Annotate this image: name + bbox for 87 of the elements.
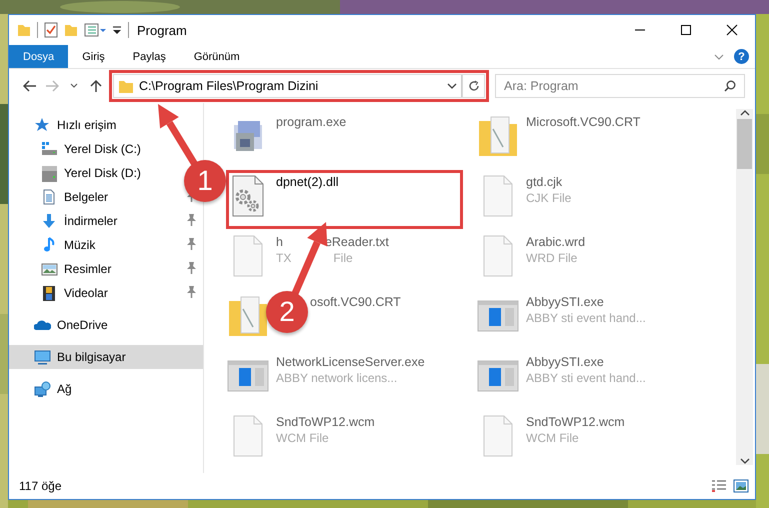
file-type: ABBY network licens... xyxy=(276,371,398,385)
file-type: WCM File xyxy=(276,431,330,445)
address-path: C:\Program Files\Program Dizini xyxy=(139,79,318,93)
refresh-icon xyxy=(468,80,480,92)
up-arrow-icon[interactable] xyxy=(89,79,103,93)
file-name[interactable]: NetworkLicenseServer.exe xyxy=(276,355,425,369)
document-icon xyxy=(482,175,514,217)
picture-icon xyxy=(41,260,58,278)
file-name[interactable]: AbbyySTI.exe xyxy=(526,355,646,369)
pin-icon xyxy=(185,261,197,275)
file-name[interactable]: SndToWP12.wcm xyxy=(276,415,375,429)
document-icon xyxy=(482,235,514,277)
pin-icon xyxy=(185,285,197,299)
film-icon xyxy=(41,284,58,302)
callout-arrow xyxy=(158,104,198,166)
file-name[interactable]: Arabic.wrd xyxy=(526,235,586,249)
document-icon xyxy=(232,235,264,277)
file-type: CJK File xyxy=(526,191,572,205)
ribbon-tab[interactable]: Görünüm xyxy=(180,45,254,68)
checklist-icon[interactable] xyxy=(44,22,58,38)
pin-icon xyxy=(185,237,197,251)
ribbon-tab[interactable]: Paylaş xyxy=(118,45,180,68)
window-title: Program xyxy=(137,22,187,38)
sidebar-item[interactable]: Belgeler xyxy=(64,190,108,204)
sidebar-item-highlight[interactable]: Bu bilgisayar xyxy=(9,345,203,369)
file-type: TX xyxy=(276,251,292,265)
app-window-icon xyxy=(477,360,519,392)
monitor-icon xyxy=(34,348,51,366)
file-name[interactable]: Microsoft.VC90.CRT xyxy=(526,115,640,129)
document-icon xyxy=(232,415,264,457)
star-icon xyxy=(34,116,51,134)
file-type: WCM File xyxy=(526,431,580,445)
drive-icon xyxy=(41,140,58,158)
file-name[interactable]: osoft.VC90.CRT xyxy=(310,295,401,309)
drive-icon xyxy=(41,164,58,182)
sidebar-item[interactable]: Ağ xyxy=(57,382,72,396)
file-name[interactable]: dpnet(2).dll xyxy=(276,175,339,189)
pin-icon xyxy=(185,213,197,227)
folder-icon xyxy=(118,78,134,94)
sidebar-item[interactable]: Yerel Disk (C:) xyxy=(64,142,141,156)
sidebar-item[interactable]: Bu bilgisayar xyxy=(57,350,126,364)
caret-icon[interactable] xyxy=(112,25,122,35)
download-arrow-icon xyxy=(41,212,58,230)
scrollbar-thumb[interactable] xyxy=(737,119,752,169)
large-icons-view-icon[interactable] xyxy=(733,479,749,493)
file-name[interactable]: h xyxy=(276,235,283,249)
scrollbar[interactable] xyxy=(736,109,753,465)
file-name[interactable]: gtd.cjk xyxy=(526,175,572,189)
document-icon xyxy=(482,415,514,457)
file-name[interactable]: AbbyySTI.exe xyxy=(526,295,646,309)
file-name[interactable]: program.exe xyxy=(276,115,346,129)
search-icon xyxy=(724,80,736,92)
item-count: 117 öğe xyxy=(19,479,62,493)
close-icon[interactable] xyxy=(726,24,738,36)
file-type: ABBY sti event hand... xyxy=(526,311,646,325)
app-window-icon xyxy=(477,300,519,332)
file-type: File xyxy=(333,251,353,265)
sidebar-item[interactable]: Videolar xyxy=(64,286,108,300)
settings-file-icon xyxy=(231,175,265,217)
chevron-icon[interactable] xyxy=(714,52,724,60)
sidebar-item[interactable]: Müzik xyxy=(64,238,96,252)
folder-icon xyxy=(227,295,269,337)
sidebar-item[interactable]: Resimler xyxy=(64,262,112,276)
details-view-icon[interactable] xyxy=(711,479,727,493)
sidebar-item[interactable]: OneDrive xyxy=(57,318,108,332)
scroll-up-icon[interactable] xyxy=(740,109,750,117)
sidebar-item[interactable]: İndirmeler xyxy=(64,214,118,228)
maximize-icon[interactable] xyxy=(680,24,692,36)
dropdown-caret-icon[interactable] xyxy=(447,82,457,90)
refresh-button[interactable] xyxy=(463,74,485,98)
help-button[interactable]: ? xyxy=(734,49,749,64)
back-arrow-icon[interactable] xyxy=(23,79,37,93)
file-name[interactable]: SndToWP12.wcm xyxy=(526,415,625,429)
file-name[interactable]: eReader.txt xyxy=(324,235,389,249)
properties-icon[interactable] xyxy=(84,23,106,37)
sidebar-item[interactable]: Yerel Disk (D:) xyxy=(64,166,141,180)
ribbon-tab[interactable]: Dosya xyxy=(9,45,68,68)
ribbon-tab[interactable]: Giriş xyxy=(68,45,119,68)
search-field[interactable]: Ara: Program xyxy=(495,74,745,98)
network-icon xyxy=(34,380,51,398)
folder-icon xyxy=(477,115,519,157)
scroll-down-icon[interactable] xyxy=(740,457,750,465)
address-field[interactable]: C:\Program Files\Program Dizini xyxy=(113,74,463,98)
file-type: ABBY sti event hand... xyxy=(526,371,646,385)
file-type: WRD File xyxy=(526,251,578,265)
sidebar-item[interactable]: Hızlı erişim xyxy=(57,118,116,132)
app-window-icon xyxy=(227,360,269,392)
